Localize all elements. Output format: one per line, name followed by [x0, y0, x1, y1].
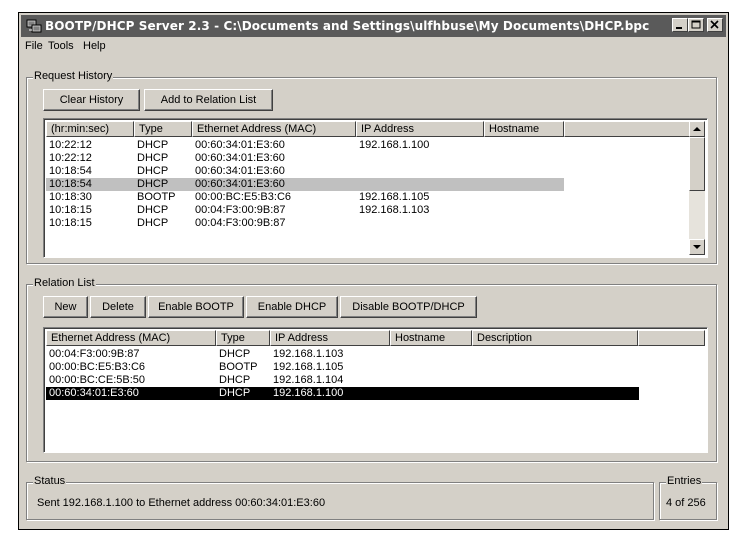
column-header-filler: [564, 121, 691, 137]
clear-history-button[interactable]: Clear History: [43, 89, 140, 111]
entries-group: Entries 4 of 256: [659, 475, 717, 520]
table-cell: 10:22:12: [49, 152, 92, 164]
table-cell: 10:18:30: [49, 191, 92, 203]
status-text: Sent 192.168.1.100 to Ethernet address 0…: [37, 497, 326, 509]
delete-button[interactable]: Delete: [90, 296, 146, 318]
table-cell: 192.168.1.100: [359, 139, 430, 151]
column-header-mac[interactable]: Ethernet Address (MAC): [46, 330, 216, 346]
table-cell: 00:60:34:01:E3:60: [195, 139, 285, 151]
minimize-button[interactable]: [672, 18, 688, 32]
scroll-up-button[interactable]: [689, 121, 705, 137]
table-cell: 192.168.1.105: [359, 191, 430, 203]
add-to-relation-list-button[interactable]: Add to Relation List: [144, 89, 273, 111]
table-row[interactable]: 10:22:12 DHCP 00:60:34:01:E3:60: [46, 152, 564, 165]
menu-tools[interactable]: Tools: [48, 40, 74, 52]
table-row[interactable]: 10:18:54 DHCP 00:60:34:01:E3:60: [46, 178, 564, 191]
column-header-ip[interactable]: IP Address: [270, 330, 390, 346]
table-cell: 00:04:F3:00:9B:87: [195, 217, 286, 229]
table-cell: 10:18:54: [49, 178, 92, 190]
title-bar[interactable]: BOOTP/DHCP Server 2.3 - C:\Documents and…: [21, 15, 726, 37]
table-cell: DHCP: [137, 204, 169, 216]
status-label: Status: [33, 475, 67, 487]
table-cell: 00:00:BC:E5:B3:C6: [49, 361, 146, 373]
table-cell: DHCP: [137, 152, 169, 164]
table-row[interactable]: 00:00:BC:CE:5B:50 DHCP 192.168.1.104: [46, 374, 639, 387]
close-button[interactable]: [707, 18, 723, 32]
window-title: BOOTP/DHCP Server 2.3 - C:\Documents and…: [45, 19, 650, 33]
close-icon: [710, 20, 719, 29]
scroll-thumb[interactable]: [689, 137, 705, 191]
column-header-time[interactable]: (hr:min:sec): [46, 121, 134, 137]
column-header-description[interactable]: Description: [472, 330, 638, 346]
table-cell: 00:60:34:01:E3:60: [195, 152, 285, 164]
table-row[interactable]: 10:18:54 DHCP 00:60:34:01:E3:60: [46, 165, 564, 178]
table-row[interactable]: 00:60:34:01:E3:60 DHCP 192.168.1.100: [46, 387, 639, 400]
table-row[interactable]: 10:22:12 DHCP 00:60:34:01:E3:60 192.168.1.1…: [46, 139, 564, 152]
column-header-type[interactable]: Type: [134, 121, 192, 137]
table-cell: 10:18:54: [49, 165, 92, 177]
column-header-ip[interactable]: IP Address: [356, 121, 484, 137]
table-cell: DHCP: [137, 217, 169, 229]
enable-dhcp-button[interactable]: Enable DHCP: [246, 296, 338, 318]
column-header-mac[interactable]: Ethernet Address (MAC): [192, 121, 356, 137]
table-row[interactable]: 10:18:15 DHCP 00:04:F3:00:9B:87: [46, 217, 564, 230]
table-cell: 192.168.1.105: [273, 361, 344, 373]
status-group: Status Sent 192.168.1.100 to Ethernet ad…: [26, 475, 654, 520]
entries-label: Entries: [666, 475, 703, 487]
arrow-down-icon: [693, 245, 701, 249]
table-cell: DHCP: [137, 178, 169, 190]
table-cell: 192.168.1.103: [273, 348, 344, 360]
enable-bootp-button[interactable]: Enable BOOTP: [148, 296, 244, 318]
table-cell: 00:60:34:01:E3:60: [49, 387, 139, 399]
table-cell: 00:04:F3:00:9B:87: [195, 204, 286, 216]
table-cell: 192.168.1.103: [359, 204, 430, 216]
vertical-scrollbar[interactable]: [689, 121, 705, 255]
table-row[interactable]: 10:18:15 DHCP 00:04:F3:00:9B:87 192.168.1.1…: [46, 204, 564, 217]
minimize-icon: [676, 27, 682, 29]
table-cell: 00:00:BC:CE:5B:50: [49, 374, 146, 386]
table-cell: BOOTP: [137, 191, 176, 203]
app-window: BOOTP/DHCP Server 2.3 - C:\Documents and…: [18, 12, 729, 530]
entries-text: 4 of 256: [666, 497, 706, 509]
request-history-label: Request History: [33, 70, 114, 82]
request-history-list[interactable]: (hr:min:sec) Type Ethernet Address (MAC)…: [43, 118, 708, 258]
table-cell: DHCP: [219, 348, 251, 360]
menu-bar: File Tools Help: [21, 38, 726, 56]
column-header-type[interactable]: Type: [216, 330, 270, 346]
menu-help[interactable]: Help: [83, 40, 106, 52]
table-cell: 10:18:15: [49, 217, 92, 229]
table-cell: DHCP: [219, 387, 251, 399]
new-button[interactable]: New: [43, 296, 88, 318]
table-cell: 10:22:12: [49, 139, 92, 151]
disable-bootp-dhcp-button[interactable]: Disable BOOTP/DHCP: [340, 296, 477, 318]
relation-list-label: Relation List: [33, 277, 96, 289]
table-row[interactable]: 00:00:BC:E5:B3:C6 BOOTP 192.168.1.105: [46, 361, 639, 374]
table-cell: DHCP: [137, 165, 169, 177]
scroll-down-button[interactable]: [689, 239, 705, 255]
column-header-filler: [638, 330, 705, 346]
table-cell: DHCP: [137, 139, 169, 151]
column-header-hostname[interactable]: Hostname: [390, 330, 472, 346]
network-server-icon: [26, 19, 42, 33]
relation-list[interactable]: Ethernet Address (MAC) Type IP Address H…: [43, 327, 708, 453]
table-cell: 10:18:15: [49, 204, 92, 216]
request-history-group: Request History Clear History Add to Rel…: [26, 70, 717, 264]
table-cell: 00:00:BC:E5:B3:C6: [195, 191, 292, 203]
table-row[interactable]: 00:04:F3:00:9B:87 DHCP 192.168.1.103: [46, 348, 639, 361]
table-cell: BOOTP: [219, 361, 258, 373]
table-cell: 00:60:34:01:E3:60: [195, 178, 285, 190]
table-cell: 00:04:F3:00:9B:87: [49, 348, 140, 360]
maximize-button[interactable]: [688, 18, 704, 32]
table-row[interactable]: 10:18:30 BOOTP 00:00:BC:E5:B3:C6 192.168.1.…: [46, 191, 564, 204]
maximize-icon: [691, 20, 701, 29]
table-cell: 00:60:34:01:E3:60: [195, 165, 285, 177]
table-cell: 192.168.1.100: [273, 387, 344, 399]
column-header-hostname[interactable]: Hostname: [484, 121, 564, 137]
table-cell: DHCP: [219, 374, 251, 386]
relation-list-group: Relation List New Delete Enable BOOTP En…: [26, 277, 717, 462]
table-cell: 192.168.1.104: [273, 374, 344, 386]
arrow-up-icon: [693, 127, 701, 131]
menu-file[interactable]: File: [25, 40, 43, 52]
